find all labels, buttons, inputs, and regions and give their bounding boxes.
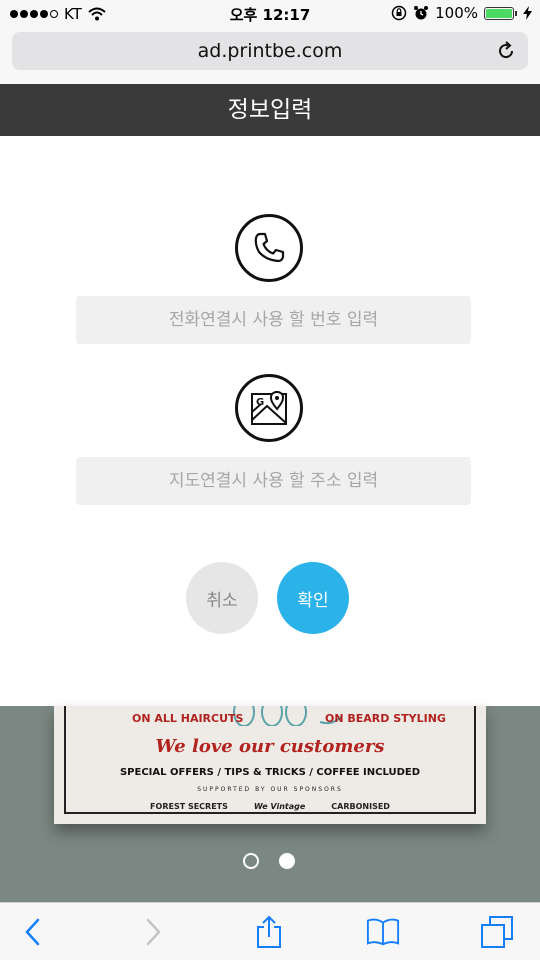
confirm-button[interactable]: 확인 xyxy=(277,562,349,634)
alarm-icon xyxy=(414,6,429,20)
reload-icon xyxy=(499,41,514,59)
forward-icon xyxy=(146,918,161,946)
flyer-sponsor-line: SUPPORTED BY OUR SPONSORS xyxy=(197,786,343,793)
tabs-button[interactable] xyxy=(480,915,514,949)
sponsor-3: CARBONISED xyxy=(331,802,390,811)
flyer-sponsors: FOREST SECRETS We Vintage CARBONISED xyxy=(54,802,486,811)
address-input[interactable] xyxy=(76,457,471,505)
phone-icon xyxy=(235,214,303,282)
bookmarks-button[interactable] xyxy=(366,915,400,949)
bookmarks-icon xyxy=(366,918,400,946)
cancel-button[interactable]: 취소 xyxy=(186,562,258,634)
flyer-right-text: ON BEARD STYLING xyxy=(325,712,446,725)
map-icon: G xyxy=(235,374,303,442)
back-button[interactable] xyxy=(16,915,50,949)
battery-percent: 100% xyxy=(435,4,478,22)
reload-button[interactable] xyxy=(494,32,518,70)
tabs-icon xyxy=(481,916,513,948)
info-input-modal: G 취소 확인 xyxy=(0,136,540,706)
carousel-pager xyxy=(243,853,295,869)
pager-dot-active[interactable] xyxy=(279,853,295,869)
flyer-image: ON ALL HAIRCUTS ON BEARD STYLING We love… xyxy=(54,706,486,824)
share-button[interactable] xyxy=(252,915,286,949)
charging-icon xyxy=(523,6,532,20)
sponsor-2: We Vintage xyxy=(253,802,306,811)
pager-dot[interactable] xyxy=(243,853,259,869)
status-bar: KT 오후 12:17 100% xyxy=(0,0,540,28)
flyer-subline: SPECIAL OFFERS / TIPS & TRICKS / COFFEE … xyxy=(119,767,421,778)
url-field[interactable]: ad.printbe.com xyxy=(12,32,528,70)
flyer-headline: We love our customers xyxy=(155,736,385,757)
battery-icon xyxy=(484,6,517,20)
browser-address-bar: ad.printbe.com xyxy=(0,28,540,84)
background-flyer-area: ON ALL HAIRCUTS ON BEARD STYLING We love… xyxy=(0,706,540,902)
flyer-left-text: ON ALL HAIRCUTS xyxy=(132,712,244,725)
forward-button[interactable] xyxy=(136,915,170,949)
phone-number-input[interactable] xyxy=(76,296,471,344)
url-text: ad.printbe.com xyxy=(197,40,343,62)
svg-text:G: G xyxy=(256,397,264,408)
back-icon xyxy=(25,918,40,946)
share-icon xyxy=(257,915,281,948)
sponsor-1: FOREST SECRETS xyxy=(150,802,228,811)
rotation-lock-icon xyxy=(391,5,407,21)
status-right: 100% xyxy=(391,4,532,22)
page-title: 정보입력 xyxy=(0,84,540,136)
browser-toolbar xyxy=(0,902,540,960)
